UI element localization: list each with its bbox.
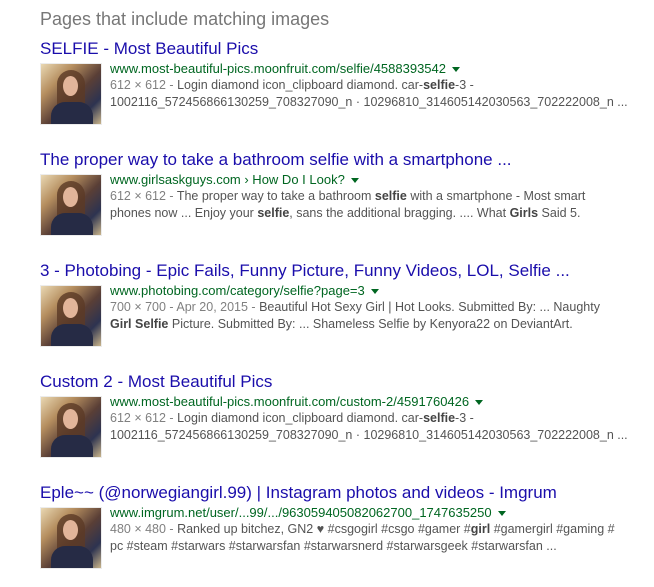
result-title-link[interactable]: 3 - Photobing - Epic Fails, Funny Pictur… — [40, 260, 652, 282]
result-url: www.imgrum.net/user/...99/.../9630594050… — [110, 505, 652, 521]
title-bold: SELFIE — [40, 39, 99, 58]
result-snippet: 612 × 612 - The proper way to take a bat… — [110, 189, 586, 220]
result-url: www.girlsaskguys.com › How Do I Look? — [110, 172, 652, 188]
result-snippet: 612 × 612 - Login diamond icon_clipboard… — [110, 78, 628, 109]
section-heading: Pages that include matching images — [40, 9, 330, 29]
image-meta: 480 × 480 - — [110, 522, 174, 536]
result-item: Custom 2 - Most Beautiful Pics www.most-… — [40, 371, 652, 460]
result-thumbnail-image[interactable] — [40, 396, 102, 458]
result-thumbnail-image[interactable] — [40, 507, 102, 569]
url-dropdown-icon[interactable] — [497, 511, 506, 517]
result-snippet: 480 × 480 - Ranked up bitchez, GN2 ♥ #cs… — [110, 522, 615, 553]
result-title-link[interactable]: SELFIE - Most Beautiful Pics — [40, 38, 652, 60]
result-snippet: 612 × 612 - Login diamond icon_clipboard… — [110, 411, 628, 442]
url-dropdown-icon[interactable] — [452, 67, 461, 73]
result-thumbnail-image[interactable] — [40, 174, 102, 236]
result-url: www.most-beautiful-pics.moonfruit.com/cu… — [110, 394, 652, 410]
result-item: SELFIE - Most Beautiful Pics www.most-be… — [40, 38, 652, 127]
image-meta: 612 × 612 - — [110, 78, 174, 92]
image-meta: 612 × 612 - — [110, 189, 174, 203]
result-thumbnail-image[interactable] — [40, 285, 102, 347]
result-item: The proper way to take a bathroom selfie… — [40, 149, 652, 238]
image-meta: 700 × 700 - Apr 20, 2015 - — [110, 300, 256, 314]
result-title-link[interactable]: The proper way to take a bathroom selfie… — [40, 149, 652, 171]
result-item: Eple~~ (@norwegiangirl.99) | Instagram p… — [40, 482, 652, 571]
url-dropdown-icon[interactable] — [350, 178, 359, 184]
result-url: www.photobing.com/category/selfie?page=3 — [110, 283, 652, 299]
result-item: 3 - Photobing - Epic Fails, Funny Pictur… — [40, 260, 652, 349]
url-dropdown-icon[interactable] — [370, 289, 379, 295]
result-title-link[interactable]: Custom 2 - Most Beautiful Pics — [40, 371, 652, 393]
result-snippet: 700 × 700 - Apr 20, 2015 - Beautiful Hot… — [110, 300, 600, 331]
result-title-link[interactable]: Eple~~ (@norwegiangirl.99) | Instagram p… — [40, 482, 652, 504]
title-rest: - Most Beautiful Pics — [98, 39, 259, 58]
image-meta: 612 × 612 - — [110, 411, 174, 425]
url-dropdown-icon[interactable] — [475, 400, 484, 406]
result-url: www.most-beautiful-pics.moonfruit.com/se… — [110, 61, 652, 77]
result-thumbnail-image[interactable] — [40, 63, 102, 125]
